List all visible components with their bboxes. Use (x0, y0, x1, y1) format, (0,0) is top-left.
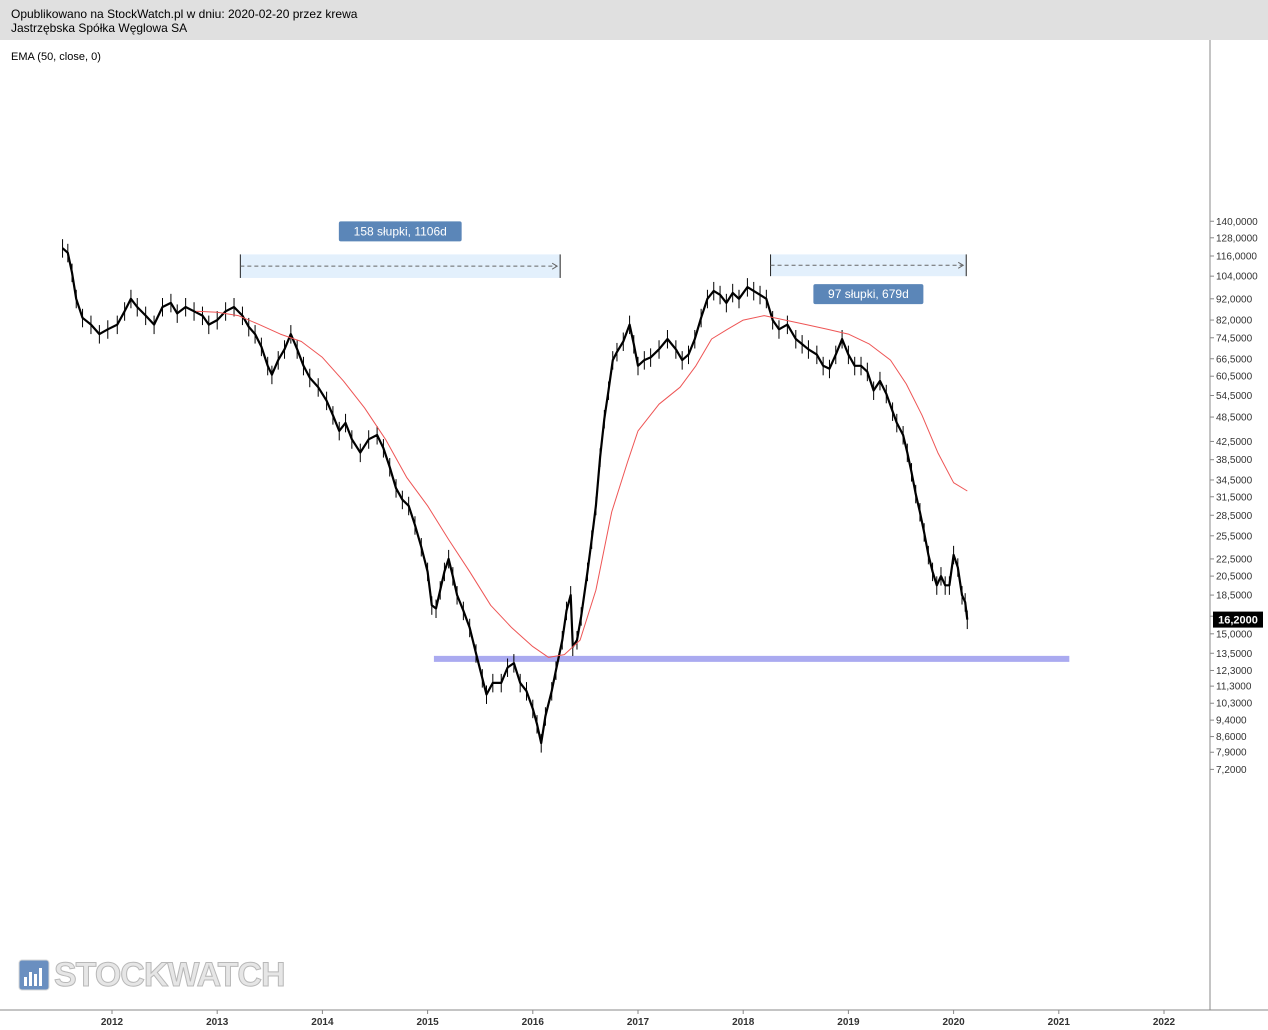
x-tick-label: 2019 (837, 1017, 860, 1028)
y-tick-label: 7,2000 (1216, 765, 1247, 776)
y-tick-label: 8,6000 (1216, 732, 1247, 743)
y-tick-label: 140,0000 (1216, 217, 1258, 228)
x-tick-label: 2021 (1048, 1017, 1071, 1028)
y-tick-label: 22,5000 (1216, 554, 1253, 565)
x-tick-label: 2013 (206, 1017, 229, 1028)
y-tick-label: 9,4000 (1216, 716, 1247, 727)
x-tick-label: 2016 (522, 1017, 545, 1028)
y-tick-label: 38,5000 (1216, 455, 1253, 466)
y-tick-label: 10,3000 (1216, 699, 1253, 710)
y-tick-label: 34,5000 (1216, 475, 1253, 486)
published-info: Opublikowano na StockWatch.pl w dniu: 20… (11, 7, 358, 21)
y-tick-label: 66,5000 (1216, 354, 1253, 365)
y-tick-label: 82,0000 (1216, 316, 1253, 327)
measure-label: 158 słupki, 1106d (354, 224, 447, 238)
y-tick-label: 42,5000 (1216, 437, 1253, 448)
y-tick-label: 92,0000 (1216, 294, 1253, 305)
bar-chart-icon (18, 959, 50, 991)
y-tick-label: 128,0000 (1216, 233, 1258, 244)
y-tick-label: 104,0000 (1216, 272, 1258, 283)
logo-text: STOCKWATCH (54, 955, 287, 994)
y-tick-label: 74,5000 (1216, 333, 1253, 344)
x-tick-label: 2017 (627, 1017, 650, 1028)
y-tick-label: 12,3000 (1216, 666, 1253, 677)
price-line (61, 247, 969, 745)
y-tick-label: 54,5000 (1216, 391, 1253, 402)
last-price-label: 16,2000 (1218, 615, 1258, 627)
y-tick-label: 116,0000 (1216, 251, 1257, 262)
x-tick-label: 2020 (942, 1017, 965, 1028)
y-tick-label: 25,5000 (1216, 531, 1253, 542)
y-tick-label: 7,9000 (1216, 748, 1247, 759)
y-tick-label: 48,5000 (1216, 413, 1253, 424)
instrument-name: Jastrzębska Spółka Węglowa SA (11, 21, 188, 35)
x-tick-label: 2018 (732, 1017, 755, 1028)
stockwatch-logo: STOCKWATCH (18, 955, 287, 994)
y-tick-label: 31,5000 (1216, 492, 1253, 503)
y-tick-label: 13,5000 (1216, 649, 1253, 660)
x-tick-label: 2022 (1153, 1017, 1176, 1028)
x-tick-label: 2015 (416, 1017, 439, 1028)
y-tick-label: 28,5000 (1216, 511, 1253, 522)
price-chart: 140,0000 128,0000 116,0000 104,0000 92,0000 8… (0, 40, 1268, 1028)
y-tick-label: 60,5000 (1216, 372, 1253, 383)
y-tick-label: 20,5000 (1216, 572, 1253, 583)
x-tick-label: 2012 (101, 1017, 124, 1028)
measure-box (240, 254, 561, 278)
x-tick-label: 2014 (311, 1017, 334, 1028)
header-bar: Opublikowano na StockWatch.pl w dniu: 20… (0, 0, 1268, 40)
measure-label: 97 słupki, 679d (828, 287, 909, 301)
y-tick-label: 18,5000 (1216, 591, 1253, 602)
y-tick-label: 15,0000 (1216, 629, 1253, 640)
y-tick-label: 11,3000 (1216, 682, 1252, 693)
